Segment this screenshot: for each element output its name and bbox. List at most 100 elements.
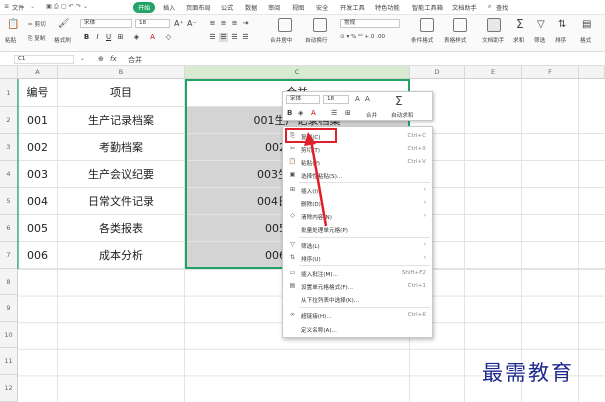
menu-item-pick-from-list[interactable]: 从下拉列表中选择(K)... bbox=[283, 293, 432, 305]
fill-color-icon[interactable]: ◈ bbox=[132, 33, 141, 42]
tab-review[interactable]: 审阅 bbox=[268, 3, 280, 12]
mini-font-size[interactable]: 18 bbox=[323, 95, 349, 104]
row-header-5[interactable]: 5 bbox=[0, 188, 18, 215]
conditional-format-icon[interactable] bbox=[420, 18, 434, 32]
font-shrink-button[interactable]: A⁻ bbox=[187, 19, 197, 28]
mini-autosum-button[interactable]: 自动求和 bbox=[391, 111, 413, 119]
tab-doc-helper[interactable]: 文档助手 bbox=[452, 3, 477, 12]
quick-access-icons[interactable]: ▣ ⎙ ▢ ↶ ↷ ⌄ bbox=[46, 3, 88, 11]
format-painter-icon[interactable]: 🖌 bbox=[58, 19, 69, 29]
cell-b6[interactable]: 各类报表 bbox=[58, 215, 185, 242]
cell-a2[interactable]: 001 bbox=[18, 107, 58, 134]
mini-sum-icon[interactable]: Σ bbox=[395, 94, 403, 108]
font-size-select[interactable]: 18 bbox=[135, 19, 170, 28]
filter-button[interactable]: 筛选 bbox=[534, 36, 545, 44]
menu-item-clear[interactable]: ◇ 清除内容(N) › bbox=[283, 210, 432, 222]
cell-a6[interactable]: 005 bbox=[18, 215, 58, 242]
cell-a7[interactable]: 006 bbox=[18, 242, 58, 269]
row-header-4[interactable]: 4 bbox=[0, 161, 18, 188]
column-header-f[interactable]: F bbox=[522, 66, 579, 79]
menu-item-batch[interactable]: 批量处理单元格(P) bbox=[283, 223, 432, 235]
cell-b5[interactable]: 日常文件记录 bbox=[58, 188, 185, 215]
menu-item-hyperlink[interactable]: ∞ 超链接(H)... Ctrl+K bbox=[283, 309, 432, 321]
copy-button[interactable]: ⎘ 复制 bbox=[28, 34, 45, 43]
row-header-8[interactable]: 8 bbox=[0, 269, 18, 295]
menu-item-filter[interactable]: ▽ 筛选(L) › bbox=[283, 239, 432, 251]
row-header-6[interactable]: 6 bbox=[0, 215, 18, 242]
cell-a5[interactable]: 004 bbox=[18, 188, 58, 215]
cell-b4[interactable]: 生产会议纪要 bbox=[58, 161, 185, 188]
align-right-icon[interactable]: ☰ bbox=[230, 33, 239, 42]
mini-shrink-icon[interactable]: A bbox=[365, 95, 370, 103]
clear-format-icon[interactable]: ◇ bbox=[164, 33, 173, 42]
search-icon[interactable]: ⌕ bbox=[488, 3, 491, 11]
cell-a3[interactable]: 002 bbox=[18, 134, 58, 161]
menu-item-comment[interactable]: ▭ 插入批注(M)... Shift+F2 bbox=[283, 267, 432, 279]
doc-helper-button[interactable]: 文档助手 bbox=[482, 36, 504, 44]
menu-hamburger-icon[interactable]: ≡ bbox=[4, 3, 9, 10]
zoom-icon[interactable]: ⊕ bbox=[98, 55, 104, 63]
sort-icon[interactable]: ⇅ bbox=[558, 19, 566, 30]
indent-icon[interactable]: ⇥ bbox=[241, 19, 250, 28]
name-box[interactable]: C1 bbox=[14, 55, 74, 64]
italic-icon[interactable]: I bbox=[93, 33, 102, 42]
border-icon[interactable]: ⊞ bbox=[116, 33, 125, 42]
align-top-icon[interactable]: ≡ bbox=[208, 19, 217, 28]
row-header-1[interactable]: 1 bbox=[0, 79, 18, 107]
conditional-format-button[interactable]: 条件格式 bbox=[411, 36, 433, 44]
tab-security[interactable]: 安全 bbox=[316, 3, 328, 12]
menu-file[interactable]: 文件 bbox=[12, 3, 24, 12]
tab-developer[interactable]: 开发工具 bbox=[340, 3, 365, 12]
font-grow-button[interactable]: A⁺ bbox=[174, 19, 184, 28]
align-bottom-icon[interactable]: ≡ bbox=[230, 19, 239, 28]
sum-icon[interactable]: Σ bbox=[516, 17, 524, 31]
menu-item-delete[interactable]: 删除(D) › bbox=[283, 197, 432, 209]
mini-merge-button[interactable]: 合并 bbox=[366, 111, 377, 119]
cut-button[interactable]: ✂ 剪切 bbox=[28, 20, 46, 28]
column-header-a[interactable]: A bbox=[18, 66, 58, 79]
format-icon[interactable]: ▤ bbox=[582, 19, 591, 30]
mini-bold-icon[interactable]: B bbox=[287, 109, 292, 117]
cell-a4[interactable]: 003 bbox=[18, 161, 58, 188]
row-header-10[interactable]: 10 bbox=[0, 322, 18, 348]
column-header-e[interactable]: E bbox=[465, 66, 522, 79]
menu-item-insert[interactable]: ⊞ 插入(I) › bbox=[283, 184, 432, 196]
wrap-text-button[interactable]: 自动换行 bbox=[305, 36, 327, 44]
sort-button[interactable]: 排序 bbox=[555, 36, 566, 44]
tab-page-layout[interactable]: 页面布局 bbox=[186, 3, 211, 12]
tab-features[interactable]: 特色功能 bbox=[375, 3, 400, 12]
align-left-icon[interactable]: ☰ bbox=[208, 33, 217, 42]
row-header-9[interactable]: 9 bbox=[0, 295, 18, 322]
format-button[interactable]: 格式 bbox=[580, 36, 591, 44]
chevron-down-icon[interactable]: ⌄ bbox=[80, 56, 85, 62]
mini-fill-icon[interactable]: ◈ bbox=[298, 109, 303, 117]
table-style-button[interactable]: 表格样式 bbox=[444, 36, 466, 44]
row-header-7[interactable]: 7 bbox=[0, 242, 18, 269]
align-center-icon[interactable]: ☰ bbox=[219, 33, 228, 42]
align-middle-icon[interactable]: ≡ bbox=[219, 19, 228, 28]
column-header-c[interactable]: C bbox=[185, 66, 410, 79]
menu-item-sort[interactable]: ⇅ 排序(U) › bbox=[283, 252, 432, 264]
menu-item-cut[interactable]: ✂ 剪切(T) Ctrl+X bbox=[283, 143, 432, 155]
tab-data[interactable]: 数据 bbox=[245, 3, 257, 12]
font-color-icon[interactable]: A bbox=[148, 33, 157, 42]
number-format-icons[interactable]: ⊙ ▾ % ⁰⁰ +.0 .00 bbox=[340, 34, 385, 40]
column-header-d[interactable]: D bbox=[410, 66, 465, 79]
tab-smart-tools[interactable]: 智能工具箱 bbox=[412, 3, 443, 12]
row-header-11[interactable]: 11 bbox=[0, 348, 18, 375]
cell-a1[interactable]: 编号 bbox=[18, 79, 58, 107]
menu-item-format-cells[interactable]: ▤ 设置单元格格式(F)... Ctrl+1 bbox=[283, 280, 432, 292]
table-style-icon[interactable] bbox=[453, 18, 467, 32]
formula-input[interactable]: 合并 bbox=[128, 55, 142, 65]
underline-icon[interactable]: U bbox=[104, 33, 113, 42]
select-all-corner[interactable] bbox=[0, 66, 18, 79]
row-header-3[interactable]: 3 bbox=[0, 134, 18, 161]
mini-grow-icon[interactable]: A bbox=[355, 95, 360, 103]
search-button[interactable]: 查找 bbox=[496, 3, 508, 12]
fx-button[interactable]: fx bbox=[110, 55, 117, 63]
sum-button[interactable]: 求和 bbox=[513, 36, 524, 44]
menu-item-paste[interactable]: 📋 粘贴(P) Ctrl+V bbox=[283, 156, 432, 168]
wrap-text-icon[interactable] bbox=[313, 18, 327, 32]
cell-b2[interactable]: 生产记录档案 bbox=[58, 107, 185, 134]
justify-icon[interactable]: ☰ bbox=[241, 33, 250, 42]
